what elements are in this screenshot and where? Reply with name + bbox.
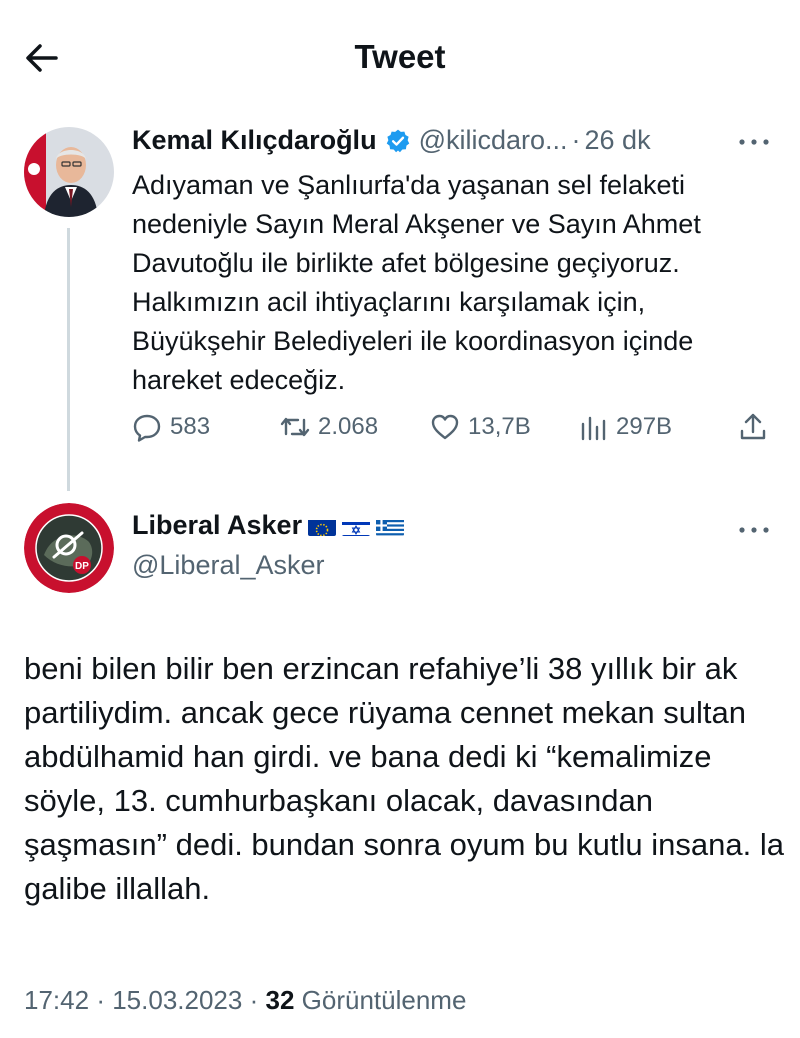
views-label: Görüntülenme [301, 985, 467, 1015]
israel-flag-icon [342, 516, 371, 536]
share-icon [740, 413, 766, 440]
thread-connector-line [67, 228, 70, 491]
avatar-initials: DP [75, 561, 89, 572]
author-name[interactable]: Kemal Kılıçdaroğlu [132, 125, 377, 156]
action-bar: 583 2.068 13,7B 297B [132, 412, 772, 452]
reply-icon [133, 414, 161, 442]
like-count: 13,7B [468, 413, 531, 440]
greece-flag-icon [376, 516, 405, 536]
reply-button[interactable]: 583 [132, 412, 210, 442]
top-bar: Tweet [0, 0, 800, 110]
quoted-tweet-header: Kemal Kılıçdaroğlu @kilicdaro... · 26 dk [132, 125, 651, 156]
share-button[interactable] [738, 412, 776, 442]
more-options-icon[interactable] [736, 520, 772, 540]
quoted-tweet-text: Adıyaman ve Şanlıurfa'da yaşanan sel fel… [132, 170, 701, 395]
retweet-icon [280, 417, 310, 437]
main-tweet-header: Liberal Asker [132, 510, 405, 541]
avatar[interactable]: DP [24, 503, 114, 593]
tweet-metadata: 17:42 · 15.03.2023 · 32 Görüntülenme [24, 985, 466, 1016]
eu-flag-icon [308, 516, 337, 536]
party-logo-icon: DP [24, 503, 114, 593]
views-count: 32 [265, 985, 295, 1015]
heart-icon [431, 414, 459, 440]
tweet-time[interactable]: 17:42 [24, 985, 89, 1015]
views-count: 297B [616, 413, 673, 440]
like-button[interactable]: 13,7B [430, 412, 531, 442]
author-name[interactable]: Liberal Asker [132, 510, 302, 541]
author-handle[interactable]: @kilicdaro... [419, 125, 568, 156]
separator-dot: · [96, 985, 105, 1015]
analytics-icon [581, 416, 606, 441]
flag-emojis [308, 516, 405, 536]
tweet-time[interactable]: 26 dk [585, 125, 651, 156]
main-tweet-text: beni bilen bilir ben erzincan refahiye’l… [24, 651, 784, 906]
profile-photo-icon [24, 127, 114, 217]
page-title: Tweet [354, 38, 446, 75]
verified-badge-icon [386, 129, 409, 152]
author-handle[interactable]: @Liberal_Asker [132, 550, 325, 581]
separator-dot: · [571, 125, 581, 155]
separator-dot: · [249, 985, 259, 1015]
more-options-icon[interactable] [736, 132, 772, 152]
views-button[interactable]: 297B [578, 412, 672, 442]
retweet-button[interactable]: 2.068 [280, 412, 378, 442]
retweet-count: 2.068 [318, 413, 379, 440]
avatar[interactable] [24, 127, 114, 217]
reply-count: 583 [170, 413, 211, 440]
tweet-date[interactable]: 15.03.2023 [112, 985, 242, 1015]
